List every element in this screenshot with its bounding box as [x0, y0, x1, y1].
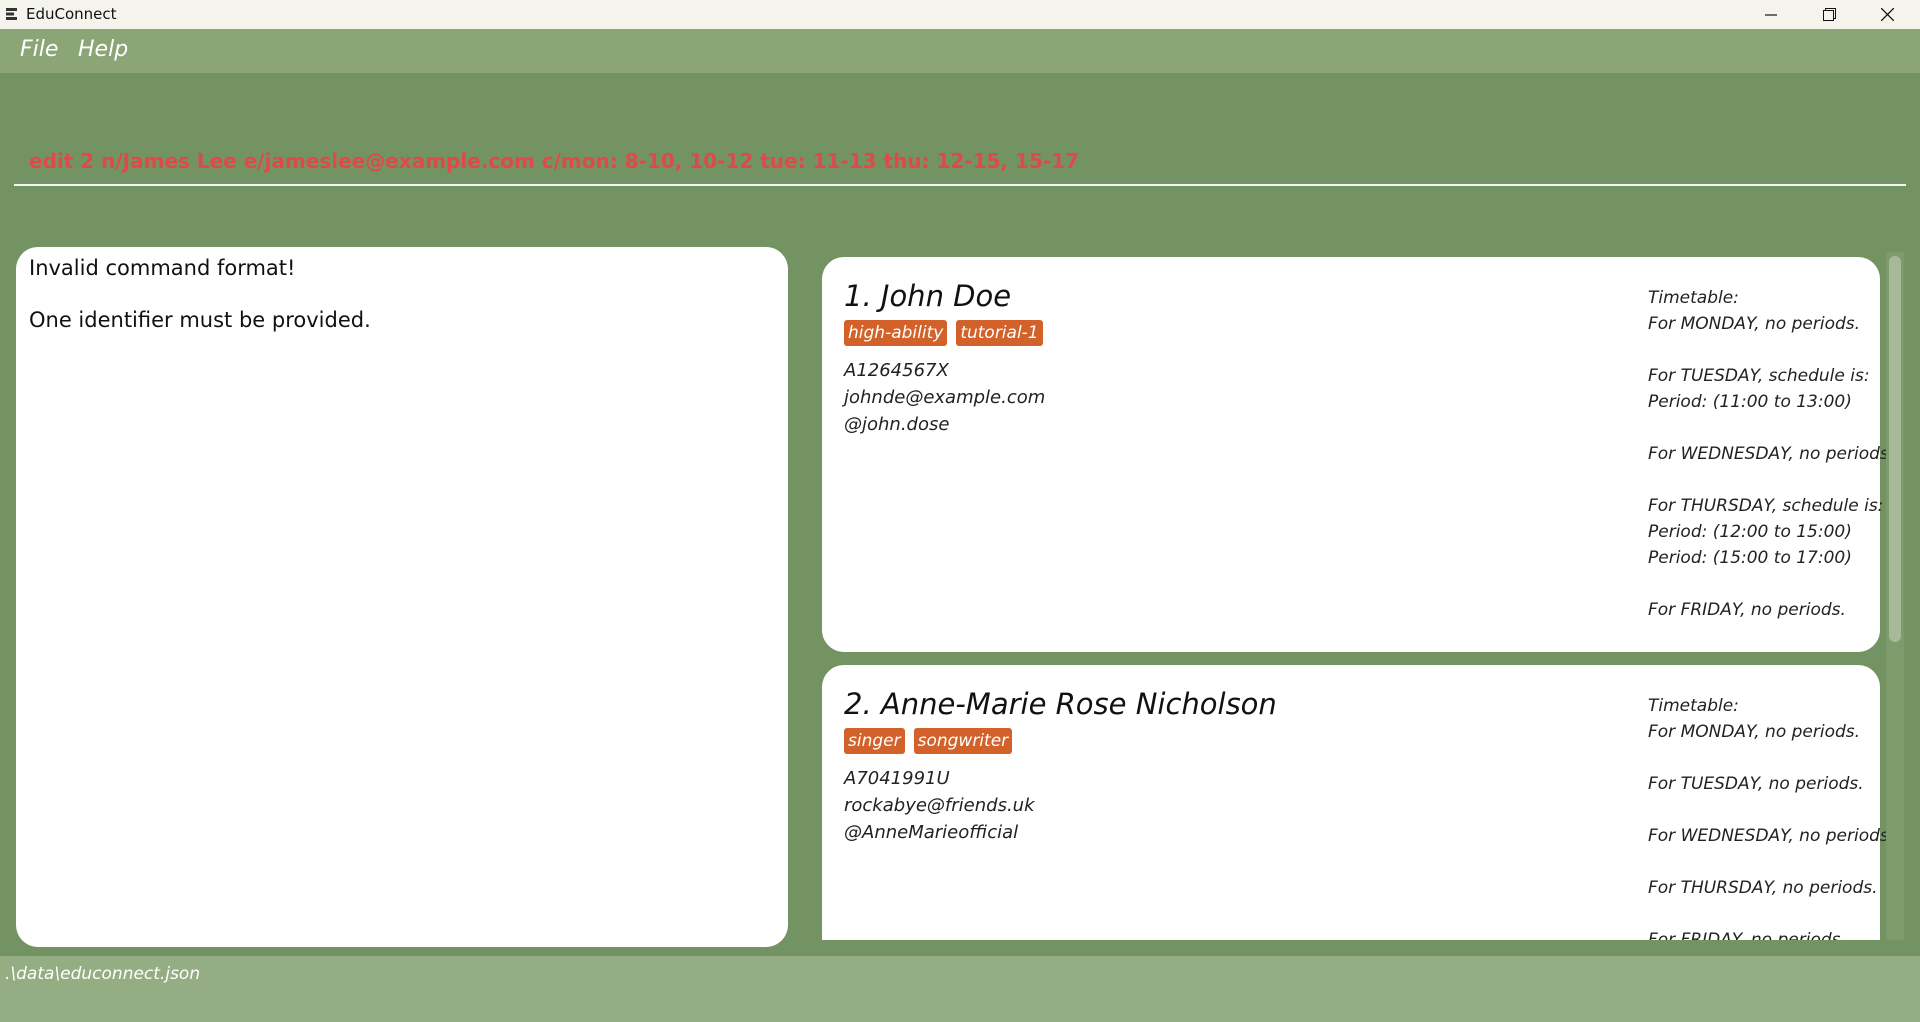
close-icon [1880, 8, 1894, 21]
person-index: 1. [844, 279, 872, 313]
command-box [0, 73, 1920, 243]
person-student-id: A1264567X [844, 360, 949, 381]
timetable-entry: Period: (15:00 to 17:00) [1648, 548, 1852, 568]
timetable-entry: For THURSDAY, no periods. [1648, 878, 1878, 898]
timetable-entry: For FRIDAY, no periods. [1648, 600, 1846, 620]
person-student-id: A7041991U [844, 768, 950, 789]
result-display: Invalid command format! One identifier m… [16, 247, 788, 947]
result-spacer [29, 281, 775, 307]
menu-file[interactable]: File [20, 37, 58, 62]
tag: singer [844, 728, 905, 754]
data-file-path: .\data\educonnect.json [5, 964, 201, 984]
timetable-entry: For TUESDAY, schedule is: [1648, 366, 1870, 386]
person-card[interactable]: 2. Anne-Marie Rose Nicholson singer song… [822, 665, 1894, 940]
timetable-entry: For WEDNESDAY, no periods. [1648, 826, 1895, 846]
maximize-icon [1822, 8, 1836, 21]
maximize-button[interactable] [1800, 0, 1858, 29]
timetable-entry: For FRIDAY, no periods. [1648, 930, 1846, 940]
menu-help[interactable]: Help [78, 37, 128, 62]
person-index: 2. [844, 687, 872, 721]
timetable-entry: For WEDNESDAY, no periods. [1648, 444, 1895, 464]
app-logo-icon [6, 8, 17, 20]
timetable-entry: For TUESDAY, no periods. [1648, 774, 1864, 794]
person-name: John Doe [880, 279, 1012, 313]
minimize-button[interactable] [1742, 0, 1800, 29]
person-telegram: @AnneMarieofficial [844, 822, 1019, 843]
result-message-detail: One identifier must be provided. [29, 308, 371, 332]
person-name-line: 1. John Doe [844, 279, 1011, 313]
tag: tutorial-1 [956, 320, 1043, 346]
timetable-entry: For MONDAY, no periods. [1648, 314, 1861, 334]
person-list[interactable]: 1. John Doe high-ability tutorial-1 A126… [820, 247, 1920, 940]
timetable-entry: Period: (12:00 to 15:00) [1648, 522, 1852, 542]
person-email: johnde@example.com [844, 387, 1046, 408]
close-button[interactable] [1858, 0, 1916, 29]
window-title-bar: EduConnect [0, 0, 1920, 29]
status-bar: .\data\educonnect.json [0, 956, 1920, 1022]
menu-bar: File Help [0, 29, 1920, 73]
person-telegram: @john.dose [844, 414, 950, 435]
result-message-title: Invalid command format! [29, 256, 296, 280]
timetable-entry: For THURSDAY, schedule is: [1648, 496, 1884, 516]
person-tags: singer songwriter [844, 728, 1013, 754]
person-name: Anne-Marie Rose Nicholson [880, 687, 1277, 721]
person-card[interactable]: 1. John Doe high-ability tutorial-1 A126… [822, 257, 1894, 652]
window-title: EduConnect [26, 5, 117, 23]
person-name-line: 2. Anne-Marie Rose Nicholson [844, 687, 1277, 721]
person-tags: high-ability tutorial-1 [844, 320, 1043, 346]
timetable-entry: Period: (11:00 to 13:00) [1648, 392, 1852, 412]
tag: songwriter [913, 728, 1013, 754]
person-email: rockabye@friends.uk [844, 795, 1035, 816]
scrollbar-thumb[interactable] [1889, 256, 1901, 642]
timetable-label: Timetable: [1648, 288, 1739, 308]
timetable-label: Timetable: [1648, 696, 1739, 716]
command-input[interactable] [14, 138, 1906, 186]
minimize-icon [1765, 13, 1777, 16]
tag: high-ability [844, 320, 948, 346]
timetable-entry: For MONDAY, no periods. [1648, 722, 1861, 742]
